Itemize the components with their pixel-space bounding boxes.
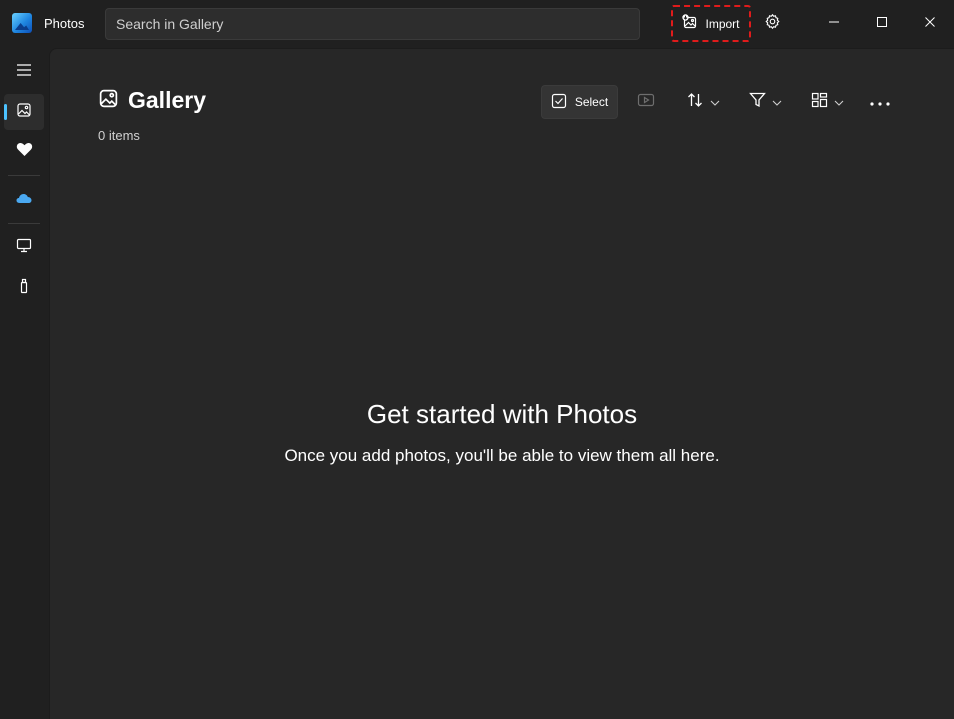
close-icon xyxy=(924,15,936,33)
chevron-down-icon xyxy=(710,93,720,111)
app-title: Photos xyxy=(44,16,85,31)
chevron-down-icon xyxy=(772,93,782,111)
minimize-button[interactable] xyxy=(818,8,850,40)
sidebar-item-menu[interactable] xyxy=(4,54,44,90)
main-content: Gallery 0 items Select Get started with … xyxy=(49,48,954,719)
search-box[interactable] xyxy=(105,8,640,40)
slideshow-button[interactable] xyxy=(630,85,662,119)
sidebar-item-external-drive[interactable] xyxy=(4,270,44,306)
title-bar: Photos Import xyxy=(0,0,954,48)
select-label: Select xyxy=(574,95,609,109)
sidebar-item-favorites[interactable] xyxy=(4,134,44,170)
grid-view-icon xyxy=(811,92,828,113)
sidebar-divider xyxy=(8,175,40,176)
sidebar-item-gallery[interactable] xyxy=(4,94,44,130)
gear-icon xyxy=(764,13,781,35)
import-icon xyxy=(682,14,698,33)
settings-button[interactable] xyxy=(756,8,788,40)
maximize-icon xyxy=(876,15,888,33)
more-icon xyxy=(870,93,890,111)
usb-drive-icon xyxy=(19,278,29,299)
page-header: Gallery xyxy=(98,87,206,114)
select-button[interactable]: Select xyxy=(541,85,618,119)
maximize-button[interactable] xyxy=(866,8,898,40)
cloud-icon xyxy=(16,191,32,209)
monitor-icon xyxy=(16,238,32,258)
item-count: 0 items xyxy=(98,128,140,143)
empty-state-title: Get started with Photos xyxy=(366,399,638,429)
sort-icon xyxy=(686,91,704,114)
empty-state-subtitle: Once you add photos, you'll be able to v… xyxy=(284,446,720,465)
minimize-icon xyxy=(828,15,840,33)
heart-icon xyxy=(16,142,33,162)
more-options-button[interactable] xyxy=(864,85,896,119)
sort-button[interactable] xyxy=(678,85,728,119)
search-input[interactable] xyxy=(106,9,639,39)
import-button[interactable]: Import xyxy=(671,5,751,42)
hamburger-icon xyxy=(16,63,32,82)
sidebar-item-onedrive[interactable] xyxy=(4,182,44,218)
sidebar-item-this-pc[interactable] xyxy=(4,230,44,266)
sidebar-divider xyxy=(8,223,40,224)
photos-app-icon xyxy=(12,13,32,33)
chevron-down-icon xyxy=(834,93,844,111)
slideshow-icon xyxy=(637,93,655,112)
gallery-icon xyxy=(16,102,32,123)
navigation-sidebar xyxy=(0,48,48,719)
view-layout-button[interactable] xyxy=(802,85,852,119)
close-button[interactable] xyxy=(914,8,946,40)
page-title: Gallery xyxy=(128,87,206,113)
import-label: Import xyxy=(705,16,740,31)
checkbox-icon xyxy=(551,93,567,112)
gallery-title-icon xyxy=(98,88,119,114)
filter-icon xyxy=(748,92,766,113)
filter-button[interactable] xyxy=(740,85,790,119)
